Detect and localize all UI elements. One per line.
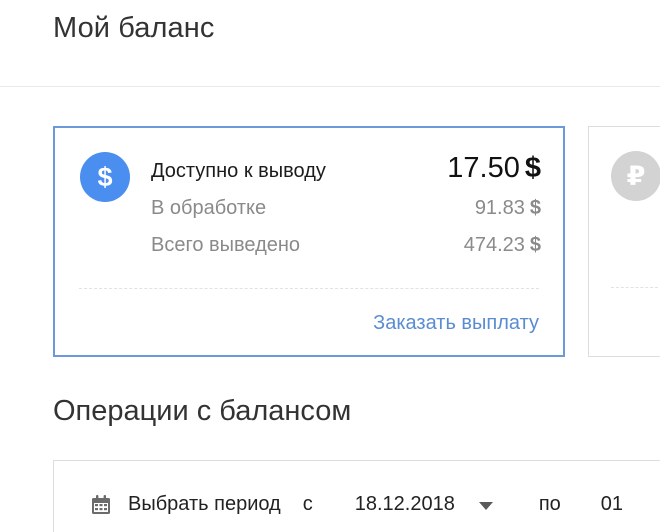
processing-value: 91.83 bbox=[474, 197, 525, 219]
period-label: Выбрать период bbox=[128, 493, 281, 515]
available-amount: 17.50 $ bbox=[447, 152, 541, 185]
withdrawn-value: 474.23 bbox=[463, 234, 525, 256]
withdrawn-amount: 474.23 $ bbox=[464, 234, 541, 257]
from-label: с bbox=[302, 493, 313, 515]
operations-title: Операции с балансом bbox=[53, 395, 352, 427]
balance-card-rub[interactable]: ₽ bbox=[588, 126, 660, 357]
balance-card-usd[interactable]: $ Доступно к выводу 17.50 $ В обработке 9… bbox=[53, 126, 565, 357]
withdrawn-label: Всего выведено bbox=[151, 234, 301, 256]
chevron-down-icon[interactable] bbox=[478, 501, 493, 510]
currency-symbol: $ bbox=[524, 152, 541, 184]
period-filter-bar: Выбрать период с 18.12.2018 по 01 bbox=[53, 460, 660, 532]
date-to-select[interactable]: 01 bbox=[601, 493, 623, 516]
balance-page: Мой баланс $ Доступно к выводу 17.50 $ В … bbox=[0, 0, 660, 532]
card-divider bbox=[611, 287, 660, 288]
ruble-icon: ₽ bbox=[611, 151, 660, 201]
processing-label: В обработке bbox=[151, 197, 267, 219]
currency-symbol: $ bbox=[529, 234, 541, 256]
card-divider bbox=[79, 288, 539, 289]
available-label: Доступно к выводу bbox=[151, 160, 326, 182]
dollar-icon: $ bbox=[80, 152, 130, 202]
request-payout-link[interactable]: Заказать выплату bbox=[373, 312, 539, 335]
available-value: 17.50 bbox=[447, 152, 520, 184]
period-filter-row: Выбрать период с 18.12.2018 по 01 bbox=[90, 493, 623, 516]
page-title: Мой баланс bbox=[53, 12, 215, 44]
to-label: по bbox=[538, 493, 561, 515]
page-header: Мой баланс bbox=[0, 0, 660, 87]
withdrawn-row: Всего выведено 474.23 $ bbox=[151, 234, 541, 257]
date-from-select[interactable]: 18.12.2018 bbox=[355, 493, 455, 516]
processing-row: В обработке 91.83 $ bbox=[151, 197, 541, 220]
available-row: Доступно к выводу 17.50 $ bbox=[151, 152, 541, 185]
calendar-icon bbox=[92, 494, 110, 514]
processing-amount: 91.83 $ bbox=[475, 197, 541, 220]
currency-symbol: $ bbox=[529, 197, 541, 219]
